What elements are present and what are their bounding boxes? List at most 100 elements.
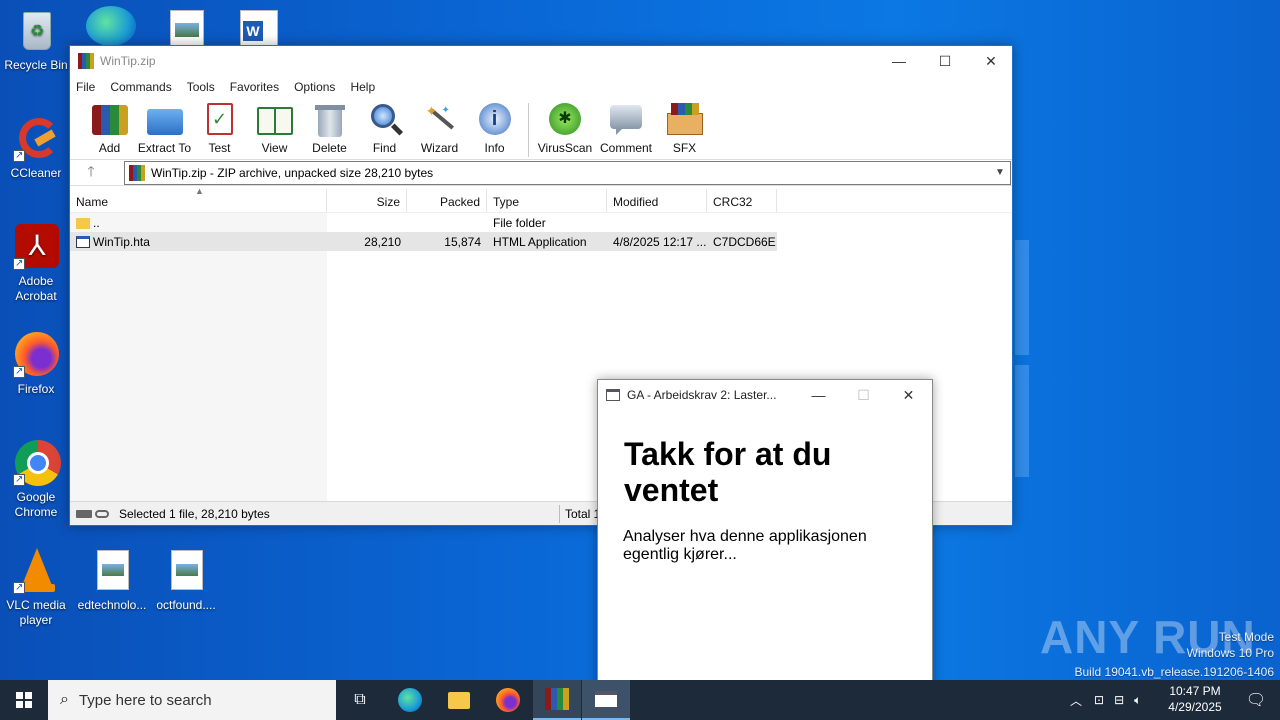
up-arrow-icon[interactable]: 🡑	[70, 161, 112, 185]
comment-button[interactable]: Comment	[595, 98, 657, 155]
address-text: WinTip.zip - ZIP archive, unpacked size …	[151, 165, 434, 180]
menu-options[interactable]: Options	[294, 80, 335, 94]
hta-taskbar-icon[interactable]	[582, 680, 630, 720]
notification-icon[interactable]: 🗨︎	[1232, 680, 1280, 720]
cell-packed: 15,874	[444, 234, 481, 249]
info-button[interactable]: i Info	[467, 98, 522, 155]
archive-books-icon	[91, 103, 128, 137]
desktop-icon-label: Adobe Acrobat	[15, 274, 57, 303]
virusscan-button[interactable]: ✱ VirusScan	[535, 98, 595, 155]
cell-type: HTML Application	[493, 234, 587, 249]
extract-to-button[interactable]: Extract To	[137, 98, 192, 155]
desktop-icon-label: edtechnolo...	[77, 598, 147, 612]
test-button[interactable]: ✓ Test	[192, 98, 247, 155]
cell-size: 28,210	[364, 234, 401, 249]
list-header: Name Size Packed Type Modified CRC32 ▲	[70, 186, 1012, 213]
table-row[interactable]: WinTip.hta 28,210 15,874 HTML Applicatio…	[70, 232, 777, 251]
desktop-icon-label: Google Chrome	[14, 490, 58, 519]
menu-tools[interactable]: Tools	[187, 80, 215, 94]
column-type[interactable]: Type	[487, 189, 607, 212]
taskbar-search-box[interactable]: ⌕ Type here to search	[48, 680, 336, 720]
firefox-taskbar-icon[interactable]	[484, 680, 532, 720]
trash-can-icon	[312, 103, 348, 137]
firefox-icon	[13, 332, 59, 379]
status-selection: Selected 1 file, 28,210 bytes	[119, 506, 270, 521]
folder-icon	[146, 103, 183, 137]
winrar-titlebar[interactable]: WinTip.zip	[70, 46, 1012, 76]
toolbar-separator	[528, 103, 529, 157]
clock-date: 4/29/2025	[1168, 700, 1222, 714]
maximize-button[interactable]: ☐	[922, 46, 968, 76]
open-book-icon	[256, 103, 293, 137]
maximize-button: ☐	[857, 386, 870, 403]
os-edition-label: Windows 10 Pro	[1186, 646, 1274, 660]
start-button[interactable]	[0, 680, 48, 720]
desktop-icon-octfound[interactable]: octfound....	[150, 548, 222, 613]
menu-help[interactable]: Help	[350, 80, 375, 94]
address-bar[interactable]: WinTip.zip - ZIP archive, unpacked size …	[124, 160, 1011, 185]
desktop-icon-google-chrome[interactable]: Google Chrome	[0, 440, 72, 520]
desktop-icon-edtechnolo[interactable]: edtechnolo...	[76, 548, 148, 613]
file-explorer-icon[interactable]	[435, 680, 483, 720]
view-button[interactable]: View	[247, 98, 302, 155]
menu-bar: File Commands Tools Favorites Options He…	[70, 76, 1012, 98]
build-label: Build 19041.vb_release.191206-1406	[1074, 665, 1275, 679]
volume-icon[interactable]: 🔈︎	[1134, 693, 1141, 708]
delete-button[interactable]: Delete	[302, 98, 357, 155]
clipboard-check-icon: ✓	[202, 103, 238, 137]
cell-type: File folder	[493, 215, 546, 230]
status-total: Total 1	[565, 506, 601, 521]
column-size[interactable]: Size	[327, 189, 407, 212]
desktop-icon-firefox[interactable]: Firefox	[0, 332, 72, 397]
ccleaner-icon	[13, 116, 59, 163]
desktop-icon-recycle-bin[interactable]: ♻ Recycle Bin	[0, 8, 72, 73]
image-file-icon[interactable]	[170, 10, 204, 46]
folder-icon	[76, 217, 90, 229]
column-packed[interactable]: Packed	[407, 189, 487, 212]
winrar-taskbar-icon[interactable]	[533, 680, 581, 720]
minimize-button[interactable]: —	[876, 46, 922, 76]
desktop-icon-vlc[interactable]: VLC media player	[0, 548, 72, 628]
close-button[interactable]: ✕	[968, 46, 1014, 76]
key-icon	[95, 509, 109, 518]
menu-file[interactable]: File	[76, 80, 95, 94]
edge-taskbar-icon[interactable]	[386, 680, 434, 720]
chevron-down-icon[interactable]: ▼	[990, 167, 1010, 178]
test-mode-label: Test Mode	[1218, 630, 1274, 644]
column-modified[interactable]: Modified	[607, 189, 707, 212]
toolbar: Add Extract To ✓ Test View Delete Find ✦…	[70, 98, 1012, 160]
cell-crc32: C7DCD66E	[713, 234, 776, 249]
task-view-icon[interactable]: ⧉	[336, 680, 384, 720]
close-button[interactable]: ✕	[886, 380, 931, 410]
network-icon[interactable]: ⊡	[1094, 693, 1104, 707]
clock-time: 10:47 PM	[1169, 684, 1221, 698]
menu-favorites[interactable]: Favorites	[230, 80, 279, 94]
vlc-icon	[13, 548, 59, 595]
sfx-button[interactable]: SFX	[657, 98, 712, 155]
winrar-app-icon	[78, 53, 94, 69]
desktop-icon-adobe-acrobat[interactable]: ⅄ Adobe Acrobat	[0, 224, 72, 304]
find-button[interactable]: Find	[357, 98, 412, 155]
desktop-icon-ccleaner[interactable]: CCleaner	[0, 116, 72, 181]
wizard-button[interactable]: ✦ ✦ Wizard	[412, 98, 467, 155]
status-divider	[559, 504, 560, 523]
search-placeholder: Type here to search	[78, 691, 212, 709]
menu-commands[interactable]: Commands	[110, 80, 171, 94]
magic-wand-icon: ✦ ✦	[422, 103, 458, 137]
desktop-icon-label: Recycle Bin	[4, 58, 68, 72]
column-crc32[interactable]: CRC32	[707, 189, 777, 212]
edge-desktop-icon[interactable]	[86, 6, 136, 46]
info-icon: i	[477, 103, 513, 137]
clock[interactable]: 10:47 PM 4/29/2025	[1162, 683, 1228, 715]
network-status-icon[interactable]: ⊟	[1114, 693, 1124, 707]
taskbar: ⌕ Type here to search ⧉ ︿ ⊡ ⊟ 🔈︎ 10:47 P…	[0, 680, 1280, 720]
image-file-icon	[163, 548, 209, 594]
add-button[interactable]: Add	[82, 98, 137, 155]
desktop-light-streak	[1015, 365, 1029, 477]
table-row[interactable]: .. File folder	[70, 213, 1012, 232]
minimize-button[interactable]: —	[796, 380, 841, 410]
adobe-acrobat-icon: ⅄	[13, 224, 59, 271]
word-document-icon[interactable]: W	[240, 10, 278, 46]
chevron-up-icon[interactable]: ︿	[1070, 692, 1082, 709]
sort-arrow-icon: ▲	[195, 186, 204, 196]
